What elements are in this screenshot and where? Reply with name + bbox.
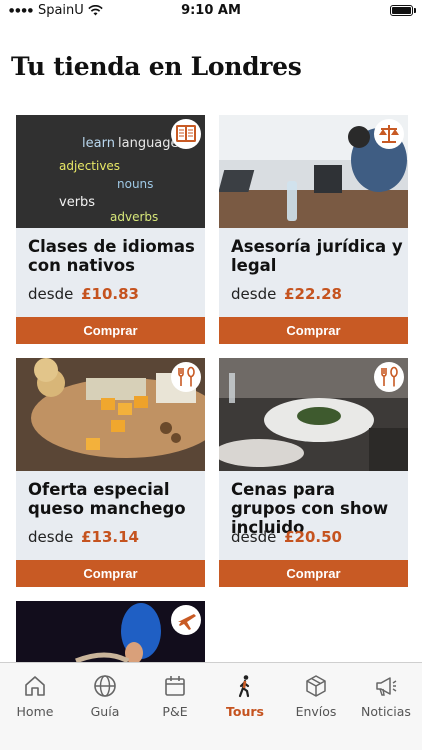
calendar-icon: [162, 673, 188, 699]
tab-guia[interactable]: Guía: [70, 663, 140, 723]
chalk-word: learn: [82, 136, 115, 151]
product-card[interactable]: Cenas para grupos con show incluido desd…: [219, 358, 408, 587]
tab-label: P&E: [162, 704, 188, 719]
buy-button[interactable]: Comprar: [219, 317, 408, 344]
product-image-dinner: [219, 358, 408, 471]
product-image-meeting: [219, 115, 408, 228]
product-title: Asesoría jurídica y legal: [231, 237, 403, 275]
globe-icon: [92, 673, 118, 699]
status-bar: ●●●● SpainU 9:10 AM: [0, 0, 422, 24]
product-card[interactable]: Asesoría jurídica y legal desde £22.28 C…: [219, 115, 408, 344]
product-price: desde £20.50: [231, 528, 342, 546]
chalk-word: adverbs: [110, 210, 158, 224]
home-icon: [22, 673, 48, 699]
product-price: desde £13.14: [28, 528, 139, 546]
book-icon: [171, 119, 201, 149]
product-price: desde £22.28: [231, 285, 342, 303]
fork-spoon-icon: [374, 362, 404, 392]
tab-pe[interactable]: P&E: [140, 663, 210, 723]
price-amount: £13.14: [81, 528, 139, 546]
battery-icon: [390, 5, 416, 16]
product-image-chalkboard: learn language adjectives nouns verbs ad…: [16, 115, 205, 228]
package-icon: [303, 673, 329, 699]
product-image-cheese: [16, 358, 205, 471]
product-image-show: [16, 601, 205, 662]
price-amount: £10.83: [81, 285, 139, 303]
chalk-word: nouns: [117, 177, 153, 191]
page-title: Tu tienda en Londres: [11, 52, 302, 81]
megaphone-icon: [373, 673, 399, 699]
tab-label: Envíos: [295, 704, 337, 719]
product-card[interactable]: learn language adjectives nouns verbs ad…: [16, 115, 205, 344]
product-price: desde £10.83: [28, 285, 139, 303]
buy-button[interactable]: Comprar: [16, 317, 205, 344]
fork-spoon-icon: [171, 362, 201, 392]
chalk-word: verbs: [59, 195, 95, 210]
price-amount: £22.28: [284, 285, 342, 303]
buy-button[interactable]: Comprar: [16, 560, 205, 587]
product-card[interactable]: Oferta especial queso manchego desde £13…: [16, 358, 205, 587]
tab-label: Tours: [226, 704, 264, 719]
clock: 9:10 AM: [181, 3, 241, 18]
tab-noticias[interactable]: Noticias: [351, 663, 421, 723]
tab-label: Noticias: [361, 704, 411, 719]
product-card[interactable]: [16, 601, 205, 662]
tab-bar: Home Guía P&E Tours Envíos Noticias: [0, 662, 422, 750]
tab-label: Guía: [90, 704, 120, 719]
product-title: Oferta especial queso manchego: [28, 480, 186, 518]
tab-tours[interactable]: Tours: [210, 663, 280, 723]
tab-label: Home: [16, 704, 54, 719]
tab-envios[interactable]: Envíos: [281, 663, 351, 723]
product-title: Clases de idiomas con nativos: [28, 237, 195, 275]
price-amount: £20.50: [284, 528, 342, 546]
tab-home[interactable]: Home: [0, 663, 70, 723]
chalk-word: language: [118, 136, 179, 151]
airplane-icon: [171, 605, 201, 635]
scales-icon: [374, 119, 404, 149]
buy-button[interactable]: Comprar: [219, 560, 408, 587]
walking-person-icon: [232, 673, 258, 699]
chalk-word: adjectives: [59, 159, 120, 173]
